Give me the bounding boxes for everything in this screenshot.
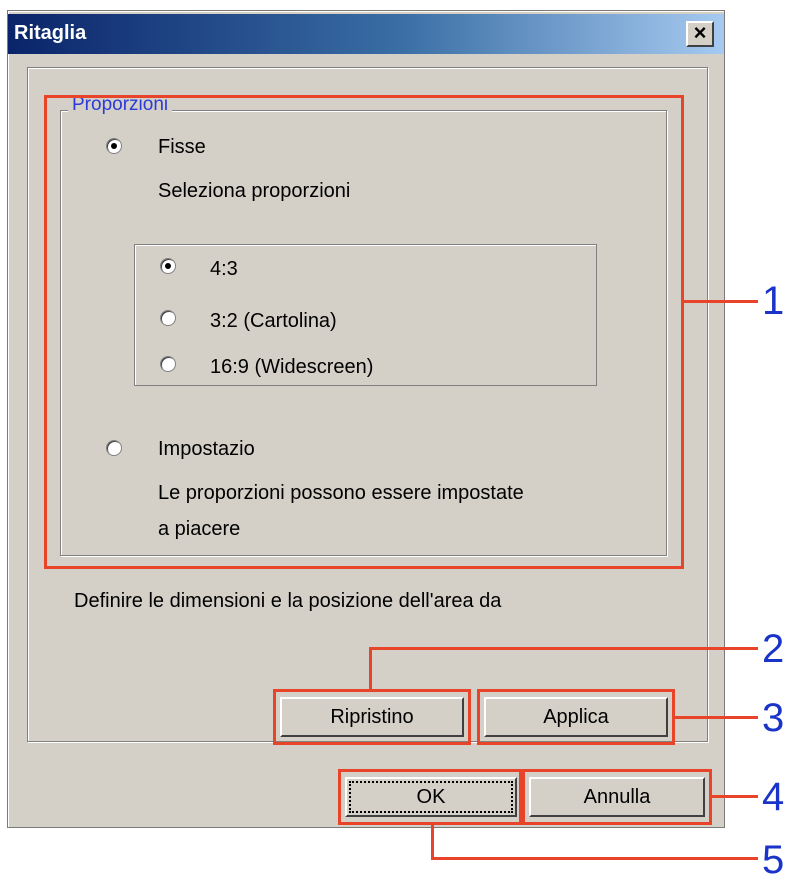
callout-number-4: 4 bbox=[762, 775, 785, 819]
callout-box-3 bbox=[477, 689, 675, 745]
callout-box-2 bbox=[273, 689, 471, 745]
callout-box-1 bbox=[44, 95, 684, 569]
callout-number-3: 3 bbox=[762, 696, 785, 740]
instruction-text: Definire le dimensioni e la posizione de… bbox=[74, 590, 502, 612]
window-title: Ritaglia bbox=[14, 22, 87, 44]
callout-line-2-horizontal bbox=[369, 647, 758, 650]
callout-line-4 bbox=[712, 795, 758, 798]
callout-box-4 bbox=[522, 769, 712, 825]
callout-line-3 bbox=[675, 716, 758, 719]
close-icon[interactable]: × bbox=[686, 21, 714, 47]
callout-line-1 bbox=[684, 300, 758, 303]
callout-number-2: 2 bbox=[762, 627, 785, 671]
callout-number-5: 5 bbox=[762, 838, 785, 882]
callout-box-5 bbox=[338, 769, 522, 825]
title-bar bbox=[8, 14, 724, 54]
callout-line-5-vertical bbox=[431, 825, 434, 859]
callout-number-1: 1 bbox=[762, 279, 785, 323]
callout-line-2-vertical bbox=[369, 647, 372, 691]
callout-line-5-horizontal bbox=[431, 857, 758, 860]
